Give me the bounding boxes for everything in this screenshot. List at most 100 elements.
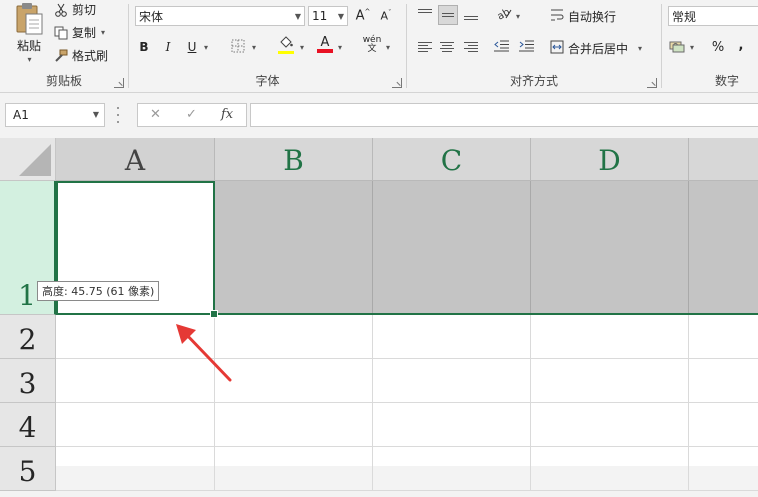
underline-dropdown-icon[interactable]: ▾	[204, 43, 208, 52]
cell-d5[interactable]	[531, 447, 689, 491]
font-color-swatch	[317, 49, 333, 53]
select-all-triangle-icon	[19, 144, 51, 176]
font-name-select[interactable]: 宋体 ▼	[135, 6, 305, 26]
number-format-select[interactable]: 常规	[668, 6, 758, 26]
cell-b1[interactable]	[215, 181, 373, 315]
name-box[interactable]: A1 ▼	[5, 103, 105, 127]
bottom-align-icon	[464, 13, 478, 20]
cell-d4[interactable]	[531, 403, 689, 447]
fill-color-dropdown-icon[interactable]: ▾	[300, 43, 304, 52]
format-painter-button[interactable]: 格式刷	[54, 47, 108, 64]
decrease-indent-icon	[494, 40, 510, 55]
alignment-dialog-launcher-icon[interactable]	[647, 78, 657, 88]
insert-function-button[interactable]: fx	[221, 107, 233, 122]
formula-bar-resize-handle[interactable]	[117, 107, 120, 123]
border-button[interactable]	[229, 38, 247, 56]
chevron-down-icon: ▼	[337, 12, 344, 21]
chevron-down-icon: ▾	[638, 44, 643, 53]
column-header-e[interactable]	[689, 138, 758, 181]
underline-button[interactable]: U	[183, 38, 201, 56]
font-size-value: 11	[312, 9, 328, 23]
row-header-2[interactable]: 2	[0, 315, 56, 359]
cell-a5[interactable]	[56, 447, 215, 491]
confirm-entry-icon[interactable]: ✓	[186, 107, 197, 122]
cell-c2[interactable]	[373, 315, 531, 359]
red-arrow-icon	[176, 324, 232, 382]
cell-e3[interactable]	[689, 359, 758, 403]
cell-e1[interactable]	[689, 181, 758, 315]
italic-button[interactable]: I	[159, 38, 177, 56]
wrap-text-button[interactable]: 自动换行	[550, 8, 616, 25]
middle-align-button[interactable]	[438, 5, 458, 25]
font-group-label: 字体	[255, 74, 280, 88]
cut-button[interactable]: 剪切	[54, 1, 96, 18]
accounting-format-button[interactable]	[668, 38, 686, 56]
wrap-text-label: 自动换行	[568, 10, 617, 24]
cell-e2[interactable]	[689, 315, 758, 359]
copy-button[interactable]: 复制 ▾	[54, 24, 105, 41]
accounting-dropdown-icon[interactable]: ▾	[690, 43, 694, 52]
chevron-down-icon: ▼	[294, 12, 301, 21]
phonetic-button[interactable]: wén 文	[361, 36, 383, 54]
fill-color-button[interactable]	[277, 36, 295, 54]
font-dialog-launcher-icon[interactable]	[392, 78, 402, 88]
cell-c1[interactable]	[373, 181, 531, 315]
merge-center-button[interactable]: 合并后居中 ▾	[550, 40, 642, 57]
row-header-3[interactable]: 3	[0, 359, 56, 403]
cell-d3[interactable]	[531, 359, 689, 403]
align-left-button[interactable]	[416, 38, 434, 56]
decrease-indent-button[interactable]	[493, 38, 511, 56]
cell-d1[interactable]	[531, 181, 689, 315]
cell-e5[interactable]	[689, 447, 758, 491]
cell-c3[interactable]	[373, 359, 531, 403]
scissors-icon	[54, 3, 68, 17]
cell-c4[interactable]	[373, 403, 531, 447]
number-group-label: 数字	[714, 74, 739, 88]
row-header-5[interactable]: 5	[0, 447, 56, 491]
increase-indent-button[interactable]	[518, 38, 536, 56]
font-color-button[interactable]: A	[316, 36, 334, 54]
border-icon	[231, 39, 245, 56]
cell-c5[interactable]	[373, 447, 531, 491]
svg-text:ab: ab	[496, 6, 512, 19]
align-center-button[interactable]	[438, 38, 456, 56]
align-right-button[interactable]	[462, 38, 480, 56]
phonetic-dropdown-icon[interactable]: ▾	[386, 43, 390, 52]
bold-button[interactable]: B	[135, 38, 153, 56]
merge-center-label: 合并后居中	[568, 42, 629, 56]
formula-controls: ✕ ✓ fx	[137, 103, 247, 127]
cell-a4[interactable]	[56, 403, 215, 447]
paste-button[interactable]: 粘贴 ▾	[10, 2, 48, 70]
alignment-group-label: 对齐方式	[509, 74, 558, 88]
bottom-align-button[interactable]	[462, 7, 480, 25]
select-all-button[interactable]	[0, 138, 56, 181]
column-header-b[interactable]: B	[215, 138, 373, 181]
fill-handle[interactable]	[210, 310, 218, 318]
column-header-c[interactable]: C	[373, 138, 531, 181]
text-orientation-icon: ab	[496, 6, 512, 23]
border-dropdown-icon[interactable]: ▾	[252, 43, 256, 52]
column-header-d[interactable]: D	[531, 138, 689, 181]
comma-style-button[interactable]: ,	[732, 36, 750, 54]
percent-style-button[interactable]: %	[709, 38, 727, 56]
merge-cells-icon	[550, 40, 564, 57]
column-header-a[interactable]: A	[56, 138, 215, 181]
font-size-select[interactable]: 11 ▼	[308, 6, 348, 26]
cell-d2[interactable]	[531, 315, 689, 359]
font-color-dropdown-icon[interactable]: ▾	[338, 43, 342, 52]
orientation-dropdown-icon[interactable]: ▾	[516, 12, 520, 21]
top-align-button[interactable]	[416, 5, 434, 23]
formula-input[interactable]	[250, 103, 758, 127]
fill-color-swatch	[278, 51, 294, 54]
row-header-4[interactable]: 4	[0, 403, 56, 447]
decrease-font-size-button[interactable]: Aˇ	[377, 7, 395, 25]
orientation-button[interactable]: ab	[495, 5, 513, 23]
middle-align-icon	[442, 13, 454, 17]
cancel-entry-icon[interactable]: ✕	[150, 107, 161, 122]
clipboard-dialog-launcher-icon[interactable]	[114, 78, 124, 88]
cell-b5[interactable]	[215, 447, 373, 491]
increase-font-size-button[interactable]: A^	[354, 7, 372, 25]
increase-font-icon: A^	[355, 8, 371, 24]
cell-b4[interactable]	[215, 403, 373, 447]
cell-e4[interactable]	[689, 403, 758, 447]
